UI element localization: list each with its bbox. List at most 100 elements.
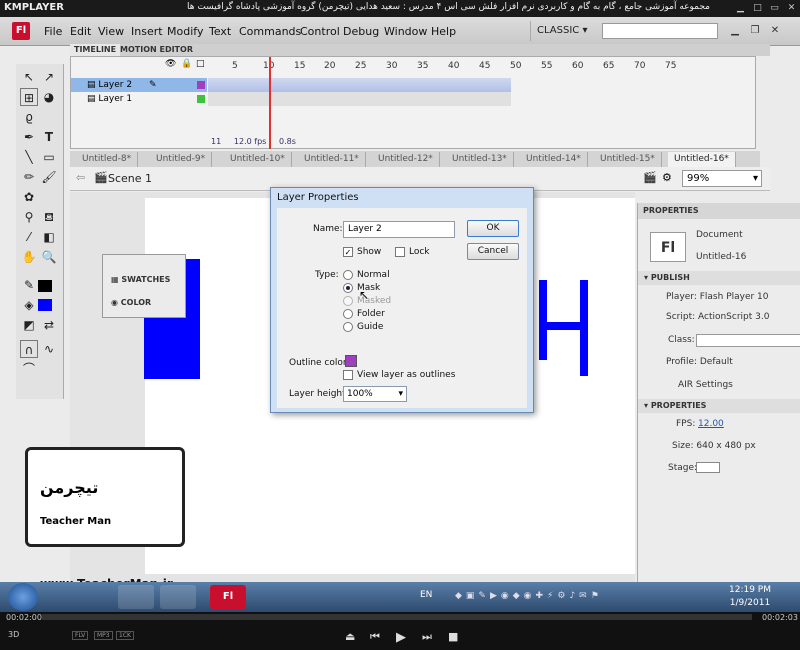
system-clock[interactable]: 12:19 PM 1/9/2011	[722, 584, 778, 610]
doc-tab[interactable]: Untitled-12*	[372, 152, 440, 167]
menu-debug[interactable]: Debug	[343, 25, 379, 38]
menu-window[interactable]: Window	[384, 25, 427, 38]
view-outline-checkbox[interactable]	[343, 370, 353, 380]
deco-tool-icon[interactable]: ✿	[20, 188, 38, 206]
selection-tool-icon[interactable]: ↖	[20, 68, 38, 86]
doc-tab[interactable]: Untitled-10*	[224, 152, 292, 167]
eject-icon[interactable]: ⏏	[345, 630, 355, 643]
media-player-taskbar-icon[interactable]	[160, 585, 196, 609]
menu-commands[interactable]: Commands	[239, 25, 301, 38]
brush-tool-icon[interactable]: 🖌	[40, 168, 58, 186]
class-input[interactable]	[696, 334, 800, 347]
lasso-tool-icon[interactable]: ϱ	[20, 108, 38, 126]
tab-timeline[interactable]: TIMELINE	[70, 44, 121, 56]
radio-folder[interactable]	[343, 309, 353, 319]
stage-color-swatch[interactable]	[696, 462, 720, 473]
play-icon[interactable]: ▶	[396, 630, 406, 645]
stop-icon[interactable]: ■	[448, 630, 458, 643]
frames-layer-1[interactable]	[208, 92, 511, 106]
doc-tab-active[interactable]: Untitled-16*	[668, 152, 736, 167]
ok-button[interactable]: OK	[467, 220, 519, 237]
menu-edit[interactable]: Edit	[70, 25, 91, 38]
doc-tab[interactable]: Untitled-15*	[594, 152, 662, 167]
snap-to-objects-icon[interactable]: ∩	[20, 340, 38, 358]
doc-tab[interactable]: Untitled-11*	[298, 152, 366, 167]
restore-icon[interactable]: ❐	[748, 24, 762, 38]
fps-value[interactable]: 12.0	[234, 137, 252, 146]
3d-icon[interactable]: 3D	[8, 630, 19, 639]
menu-file[interactable]: File	[44, 25, 62, 38]
outline-color-swatch[interactable]	[345, 355, 357, 367]
layer-row-2[interactable]: ▤ Layer 2 ✎	[71, 78, 207, 92]
black-white-icon[interactable]: ◩	[20, 316, 38, 334]
text-tool-icon[interactable]: T	[40, 128, 58, 146]
doc-tab[interactable]: Untitled-8*	[76, 152, 139, 167]
explorer-taskbar-icon[interactable]	[118, 585, 154, 609]
straighten-icon[interactable]: ⌒	[20, 360, 38, 378]
cancel-button[interactable]: Cancel	[467, 243, 519, 260]
close-icon[interactable]: ✕	[768, 24, 782, 38]
eraser-tool-icon[interactable]: ◧	[40, 228, 58, 246]
edit-scene-icon[interactable]: 🎬	[643, 171, 657, 184]
doc-tab[interactable]: Untitled-13*	[446, 152, 514, 167]
radio-mask[interactable]	[343, 283, 353, 293]
radio-guide[interactable]	[343, 322, 353, 332]
layer-row-1[interactable]: ▤ Layer 1	[71, 92, 207, 106]
edit-symbol-icon[interactable]: ⚙	[662, 171, 672, 184]
menu-control[interactable]: Control	[300, 25, 340, 38]
layer-height-select[interactable]: 100% ▾	[343, 386, 407, 402]
subselection-tool-icon[interactable]: ↗	[40, 68, 58, 86]
menu-help[interactable]: Help	[431, 25, 456, 38]
workspace-switcher[interactable]: CLASSIC ▾	[530, 21, 590, 41]
lock-checkbox[interactable]	[395, 247, 405, 257]
back-arrow-icon[interactable]: ⇦	[76, 171, 85, 184]
pencil-tool-icon[interactable]: ✏	[20, 168, 38, 186]
doc-tab[interactable]: Untitled-9*	[150, 152, 213, 167]
smooth-icon[interactable]: ∿	[40, 340, 58, 358]
fill-color-swatch[interactable]	[38, 299, 52, 311]
color-button[interactable]: ◉ COLOR	[111, 298, 151, 307]
playhead[interactable]	[269, 57, 271, 149]
3d-rotation-tool-icon[interactable]: ◕	[40, 88, 58, 106]
rectangle-tool-icon[interactable]: ▭	[40, 148, 58, 166]
blue-letter-h-left[interactable]	[539, 280, 547, 360]
tab-motion-editor[interactable]: MOTION EDITOR	[116, 44, 197, 56]
tray-icons[interactable]: ◆▣✎▶◉◆◉✚⚡⚙♪✉⚑	[455, 591, 603, 601]
bone-tool-icon[interactable]: ⚲	[20, 208, 38, 226]
flash-taskbar-icon[interactable]: Fl	[210, 585, 246, 609]
menu-text[interactable]: Text	[209, 25, 231, 38]
layer-name-input[interactable]: Layer 2	[343, 221, 455, 238]
menu-modify[interactable]: Modify	[167, 25, 203, 38]
publish-section[interactable]: ▾ PUBLISH	[638, 271, 800, 285]
seek-bar[interactable]	[42, 614, 752, 620]
zoom-tool-icon[interactable]: 🔍	[40, 248, 58, 266]
eye-icon[interactable]: 👁	[165, 59, 176, 69]
outline-color-swatch[interactable]	[197, 81, 205, 89]
show-checkbox[interactable]: ✓	[343, 247, 353, 257]
doc-tab[interactable]: Untitled-14*	[520, 152, 588, 167]
minimize-icon[interactable]: ▁	[735, 3, 746, 13]
outline-color-swatch[interactable]	[197, 95, 205, 103]
swatches-button[interactable]: ▦ SWATCHES	[111, 275, 170, 284]
outline-icon[interactable]: □	[196, 59, 205, 69]
menu-view[interactable]: View	[98, 25, 124, 38]
menu-insert[interactable]: Insert	[131, 25, 163, 38]
hand-tool-icon[interactable]: ✋	[20, 248, 38, 266]
fps-value[interactable]: 12.00	[698, 419, 724, 429]
zoom-select[interactable]: 99% ▾	[682, 170, 762, 187]
swap-colors-icon[interactable]: ⇄	[40, 316, 58, 334]
eyedropper-tool-icon[interactable]: ⁄	[20, 228, 38, 246]
language-indicator[interactable]: EN	[420, 590, 432, 600]
restore-icon[interactable]: ▭	[769, 3, 780, 13]
paint-bucket-tool-icon[interactable]: ⛾	[40, 208, 58, 226]
previous-icon[interactable]: ⏮	[370, 630, 380, 644]
help-search-input[interactable]	[602, 23, 718, 39]
start-button[interactable]	[8, 583, 38, 611]
maximize-icon[interactable]: □	[752, 3, 763, 13]
blue-letter-h-bar[interactable]	[539, 322, 588, 330]
radio-normal[interactable]	[343, 270, 353, 280]
free-transform-tool-icon[interactable]: ⊞	[20, 88, 38, 106]
close-icon[interactable]: ✕	[786, 3, 797, 13]
next-icon[interactable]: ⏭	[422, 630, 432, 644]
radio-masked[interactable]	[343, 296, 353, 306]
